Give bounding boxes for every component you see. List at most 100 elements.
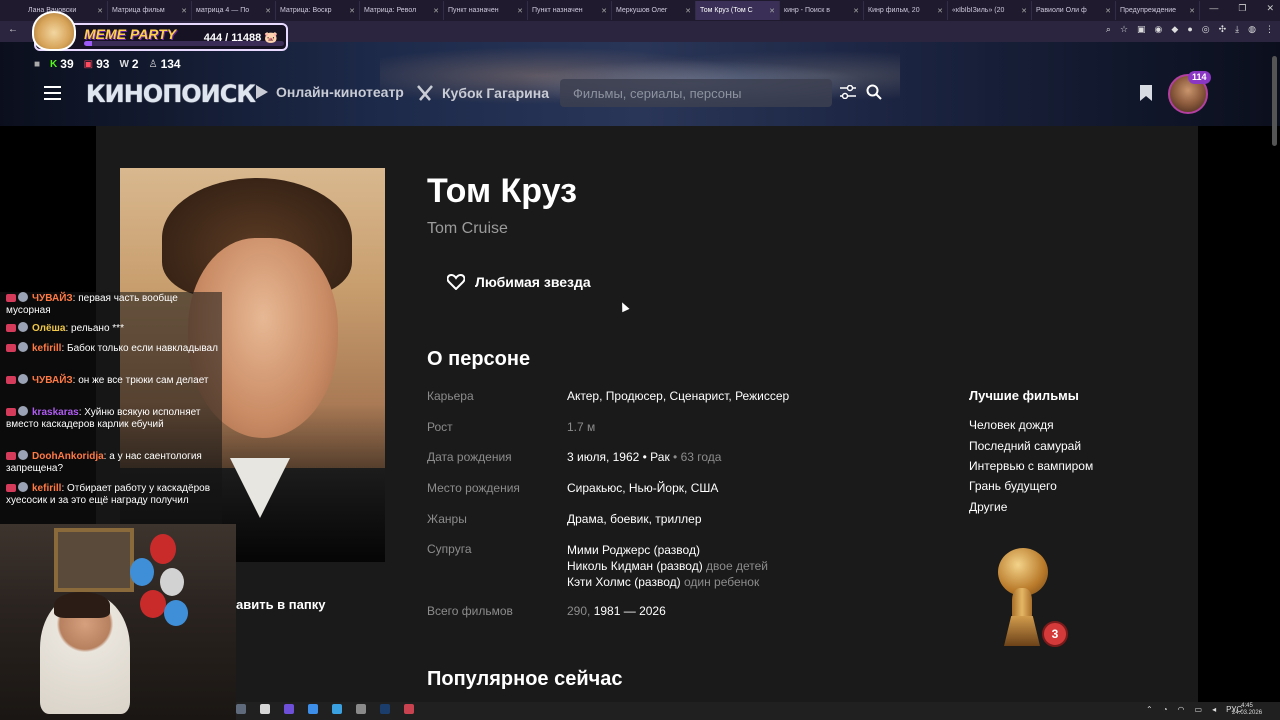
search-input[interactable]: Фильмы, сериалы, персоны — [560, 79, 832, 107]
stream-stats: ■ K 39 ▣ 93 W2 ♙ 134 — [34, 57, 181, 71]
spouse-link[interactable]: Кэти Холмс (развод) — [567, 575, 681, 589]
close-tab-icon[interactable]: ✕ — [1105, 7, 1111, 15]
app-icon[interactable] — [332, 704, 342, 714]
page-scrollbar[interactable] — [1272, 56, 1277, 146]
favorite-star-button[interactable]: Любимая звезда — [447, 274, 591, 290]
steam-icon[interactable] — [380, 704, 390, 714]
vk-icon: ▣ — [83, 58, 94, 70]
back-arrow-icon[interactable]: ← — [8, 24, 18, 35]
site-logo[interactable]: КИНОПОИСК — [86, 80, 256, 108]
best-film-link[interactable]: Последний самурай — [969, 439, 1081, 453]
maximize-icon[interactable]: ❐ — [1238, 3, 1246, 14]
browser-tab[interactable]: Пункт назначен ✕ — [444, 1, 528, 281]
browser-tab-bar: Лана Вачовски ✕ Матрица фильм ✕ матрица 4 … — [0, 0, 1280, 281]
network-icon[interactable]: ◔ — [1163, 705, 1168, 714]
close-tab-icon[interactable]: ✕ — [685, 7, 691, 15]
browser-tab[interactable]: кинр - Поиск в ✕ — [447, 1, 864, 281]
kick-icon: K — [50, 58, 58, 70]
browser-tab[interactable]: Меркушов Олег ✕ — [447, 1, 696, 281]
app-icon[interactable] — [404, 704, 414, 714]
stat-kick: K 39 — [50, 57, 74, 71]
extension-icon[interactable]: ▣ — [1137, 24, 1146, 35]
system-clock[interactable]: 4:45 24.03.2026 — [1232, 703, 1262, 717]
close-tab-icon[interactable]: ✕ — [433, 7, 439, 15]
browser-tab-active[interactable]: Том Круз (Том С ✕ — [447, 1, 780, 281]
puzzle-icon[interactable]: ✣ — [1219, 24, 1227, 35]
browser-tab[interactable]: Пункт назначен ✕ — [447, 1, 612, 281]
download-icon[interactable]: ⤓ — [1235, 24, 1239, 35]
close-tab-icon[interactable]: ✕ — [1189, 7, 1195, 15]
meme-party-widget: MEME PARTY 444 / 11488 🐷 — [32, 11, 288, 51]
browser-app-icon[interactable] — [308, 704, 318, 714]
close-tab-icon[interactable]: ✕ — [517, 7, 523, 15]
browser-tab[interactable]: Предупреждение ✕ — [447, 1, 1200, 281]
browser-tab[interactable]: «кIbIbIЗиль» (20 ✕ — [447, 1, 1032, 281]
birthplace-links[interactable]: Сиракьюс, Нью-Йорк, США — [567, 481, 718, 495]
minimize-icon[interactable]: — — [1209, 3, 1218, 14]
best-films-more-link[interactable]: Другие — [969, 500, 1007, 514]
close-tab-icon[interactable]: ✕ — [601, 7, 607, 15]
browser-tab[interactable]: Матрица: Воскр ✕ — [276, 1, 454, 281]
chat-message: ЧУВАЙЗ: он же все трюки сам делает — [6, 374, 220, 387]
genre-links[interactable]: Драма, боевик, триллер — [567, 512, 702, 526]
stat-viewers: ♙ 134 — [148, 57, 181, 71]
screen: Лана Вачовски ✕ Матрица фильм ✕ матрица 4 … — [0, 0, 1280, 720]
close-tab-icon[interactable]: ✕ — [349, 7, 355, 15]
zoom-icon[interactable]: ⌕ — [1106, 24, 1111, 35]
extension-icon[interactable]: ◆ — [1171, 24, 1178, 35]
doge-icon — [32, 11, 76, 51]
wifi-icon[interactable]: ◠ — [1178, 705, 1185, 714]
tray-chevron-icon[interactable]: ⌃ — [1146, 705, 1153, 714]
chat-message: kefirill: Отбирает работу у каскадёров х… — [6, 482, 210, 506]
extension-icon[interactable]: ◎ — [1202, 24, 1210, 35]
nav-online-cinema[interactable]: Онлайн-кинотеатр — [256, 84, 404, 100]
spouse-link[interactable]: Мими Роджерс (развод) — [567, 542, 768, 558]
star-icon[interactable]: ☆ — [1120, 24, 1128, 35]
chat-message: ЧУВАЙЗ: первая часть вообще мусорная — [6, 292, 178, 316]
browser-tab[interactable]: Кинр фильм, 20 ✕ — [447, 1, 948, 281]
nav-gagarin-cup[interactable]: Кубок Гагарина — [416, 84, 549, 102]
close-tab-icon[interactable]: ✕ — [769, 7, 775, 15]
birth-date-link[interactable]: 3 июля, 1962 • Рак — [567, 450, 670, 464]
browser-tab[interactable]: Равиоли Оли ф ✕ — [447, 1, 1116, 281]
hockey-sticks-icon — [417, 85, 433, 101]
close-tab-icon[interactable]: ✕ — [853, 7, 859, 15]
battery-icon[interactable]: ▭ — [1195, 705, 1203, 714]
career-links[interactable]: Актер, Продюсер, Сценарист, Режиссер — [567, 389, 789, 403]
profile-icon[interactable]: ◍ — [1248, 24, 1256, 35]
volume-icon[interactable]: ◂ — [1212, 705, 1216, 714]
best-film-link[interactable]: Человек дождя — [969, 418, 1054, 432]
search-icon[interactable] — [866, 84, 882, 100]
play-icon — [256, 85, 268, 99]
notification-badge: 114 — [1188, 71, 1211, 84]
spouse-link[interactable]: Николь Кидман (развод) — [567, 559, 703, 573]
calculator-icon[interactable] — [356, 704, 366, 714]
app-icon[interactable] — [236, 704, 246, 714]
chat-message: Олёша: рельано *** — [6, 322, 220, 335]
close-tab-icon[interactable]: ✕ — [97, 7, 103, 15]
hamburger-menu-icon[interactable] — [44, 86, 61, 100]
close-tab-icon[interactable]: ✕ — [181, 7, 187, 15]
menu-dots-icon[interactable]: ⋮ — [1265, 24, 1274, 35]
add-to-folder-button[interactable]: авить в папку — [236, 597, 325, 612]
close-tab-icon[interactable]: ✕ — [1021, 7, 1027, 15]
extension-icon[interactable]: ● — [1187, 24, 1192, 35]
taskbar-apps — [236, 704, 414, 714]
close-window-icon[interactable]: ✕ — [1266, 3, 1274, 14]
app-icon[interactable] — [260, 704, 270, 714]
extension-icon[interactable]: ◉ — [1155, 24, 1163, 35]
best-film-link[interactable]: Интервью с вампиром — [969, 459, 1093, 473]
filter-icon[interactable] — [840, 85, 856, 99]
app-icon[interactable] — [284, 704, 294, 714]
browser-tab[interactable]: Матрица: Револ ✕ — [360, 1, 454, 281]
close-tab-icon[interactable]: ✕ — [937, 7, 943, 15]
webcam-overlay — [0, 524, 236, 720]
close-tab-icon[interactable]: ✕ — [265, 7, 271, 15]
bookmark-icon[interactable] — [1140, 85, 1152, 101]
browser-tab[interactable]: матрица 4 — По ✕ — [192, 1, 454, 281]
chat-icon: ■ — [34, 58, 41, 70]
best-film-link[interactable]: Грань будущего — [969, 479, 1057, 493]
meme-count: 444 / 11488 🐷 — [203, 32, 278, 44]
browser-tab[interactable]: Матрица фильм ✕ — [108, 1, 454, 281]
chat-message: DoohAnkoridja: а у нас саентология запре… — [6, 450, 202, 474]
